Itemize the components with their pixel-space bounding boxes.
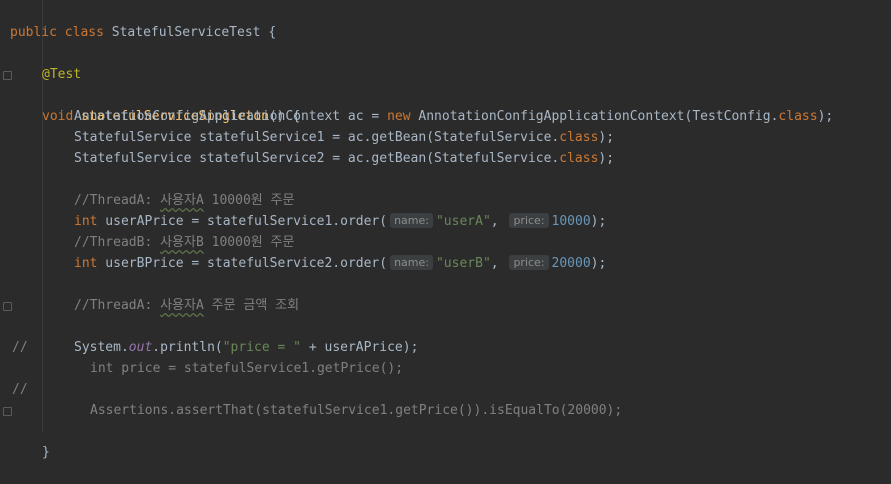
- code-line-16[interactable]: System.out.println("price = " + userAPri…: [0, 316, 891, 355]
- line-comment-marker: //: [12, 382, 28, 397]
- static-field: out: [128, 340, 153, 355]
- code-text: );: [590, 256, 607, 271]
- code-line-15[interactable]: // int price = statefulService1.getPrice…: [0, 295, 891, 376]
- fold-toggle-icon[interactable]: [3, 302, 12, 311]
- code-line-20[interactable]: }: [0, 400, 891, 460]
- code-line-11[interactable]: //ThreadB: 사용자B 10000원 주문: [0, 211, 891, 250]
- code-text: StatefulService statefulService2 = ac.ge…: [74, 151, 560, 166]
- code-line-10[interactable]: int userAPrice = statefulService1.order(…: [0, 190, 891, 229]
- parameter-hint: name:: [390, 255, 433, 270]
- fold-toggle-icon[interactable]: [3, 71, 12, 80]
- code-text: + userAPrice);: [301, 340, 419, 355]
- code-line-7[interactable]: StatefulService statefulService2 = ac.ge…: [0, 127, 891, 166]
- code-text: .println(: [152, 340, 223, 355]
- code-line-18[interactable]: // Assertions.assertThat(statefulService…: [0, 358, 891, 418]
- code-text: userBPrice = statefulService2.order(: [97, 256, 388, 271]
- code-line-4[interactable]: void statefulServiceSingleton() {: [0, 64, 891, 124]
- code-text: System.: [74, 340, 129, 355]
- code-line-9[interactable]: //ThreadA: 사용자A 10000원 주문: [0, 169, 891, 208]
- keyword: int: [74, 256, 98, 271]
- string-literal: "userB": [435, 256, 491, 271]
- code-text: );: [598, 151, 615, 166]
- code-line-3[interactable]: @Test: [0, 43, 891, 82]
- string-literal: "price = ": [222, 340, 302, 355]
- number-literal: 20000: [551, 256, 591, 271]
- code-line-14[interactable]: //ThreadA: 사용자A 주문 금액 조회: [0, 274, 891, 313]
- parameter-hint: price:: [509, 255, 549, 270]
- class-name: StatefulServiceTest: [111, 25, 261, 40]
- keyword: public: [10, 25, 57, 40]
- code-text: ,: [490, 256, 507, 271]
- keyword: class: [559, 151, 599, 166]
- keyword: class: [64, 25, 104, 40]
- code-line-1[interactable]: public class StatefulServiceTest {: [0, 1, 891, 40]
- code-line-12[interactable]: int userBPrice = statefulService2.order(…: [0, 232, 891, 271]
- closing-brace: }: [42, 445, 50, 460]
- code-line-5[interactable]: AnnotationConfigApplicationContext ac = …: [0, 85, 891, 124]
- brace: {: [268, 25, 277, 40]
- fold-toggle-icon[interactable]: [3, 407, 12, 416]
- code-editor[interactable]: public class StatefulServiceTest { @Test…: [0, 0, 891, 460]
- code-line-6[interactable]: StatefulService statefulService1 = ac.ge…: [0, 106, 891, 145]
